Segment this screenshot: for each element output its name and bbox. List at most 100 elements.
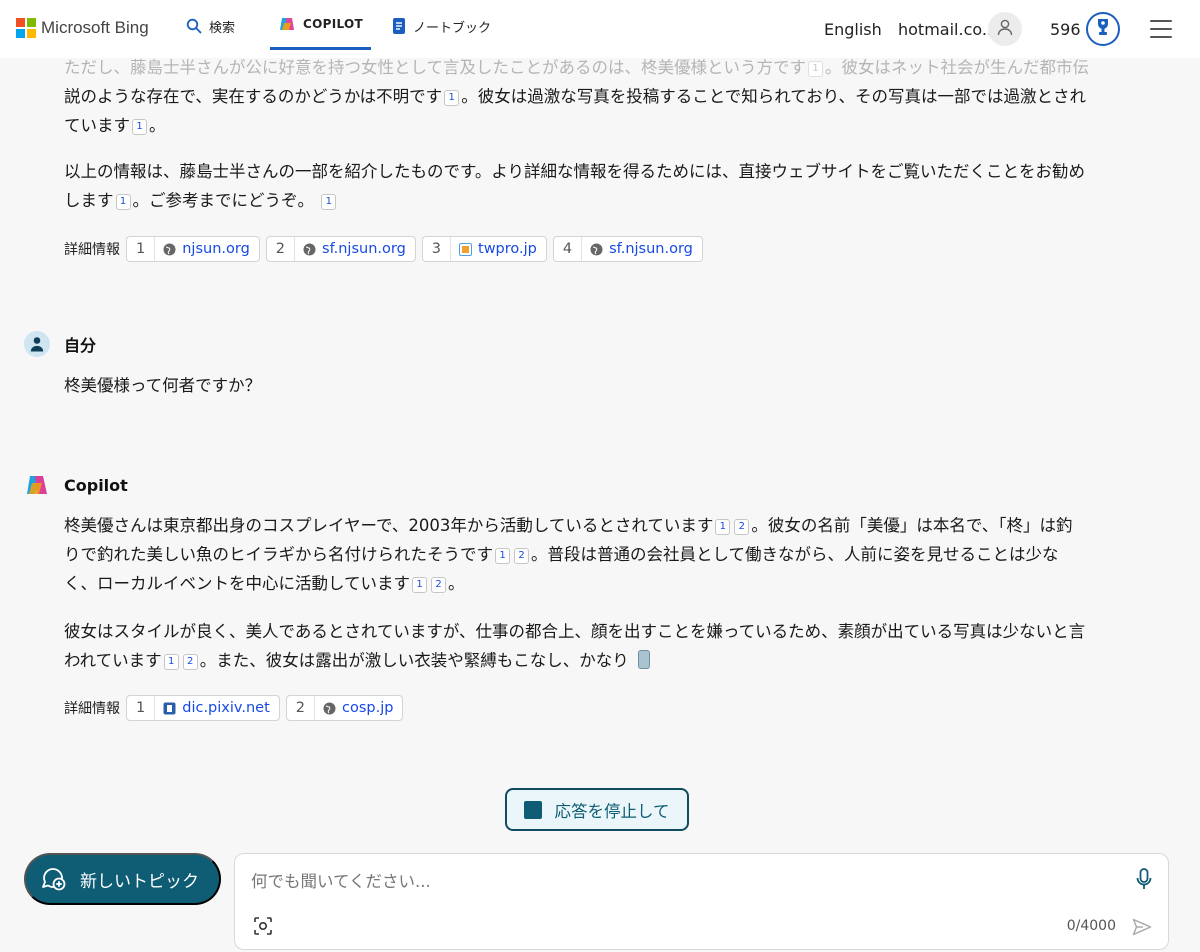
answer-text: 彼女はスタイルが良く、美人であるとされていますが、仕事の都合上、顔を出すことを嫌…	[64, 622, 1086, 641]
bing-logo[interactable]: Microsoft Bing	[16, 18, 149, 38]
hamburger-menu-icon[interactable]	[1150, 20, 1172, 38]
chat-input[interactable]	[251, 868, 1111, 894]
new-topic-button[interactable]: 新しいトピック	[24, 853, 221, 905]
citation-badge[interactable]: 1	[715, 519, 731, 535]
source-number: 1	[127, 696, 156, 720]
source-domain: cosp.jp	[342, 700, 394, 716]
answer-text: く、ローカルイベントを中心に活動しています	[64, 574, 411, 593]
twpro-favicon-icon	[459, 242, 473, 256]
source-number: 2	[287, 696, 315, 720]
answer-text: 。彼女の名前「美優」は本名で、「柊」は釣	[751, 516, 1073, 535]
source-chip[interactable]: 2 sf.njsun.org	[265, 236, 416, 262]
sources-row: 詳細情報 1 njsun.org 2 sf.njsun.org 3 twpro.…	[64, 236, 709, 262]
source-domain: dic.pixiv.net	[182, 700, 270, 716]
copilot-sources-row: 詳細情報 1 dic.pixiv.net 2 cosp.jp	[64, 695, 409, 721]
globe-icon	[163, 243, 176, 256]
source-chip[interactable]: 3 twpro.jp	[421, 236, 547, 262]
source-domain: sf.njsun.org	[322, 241, 406, 257]
citation-badge[interactable]: 2	[431, 577, 447, 593]
copilot-speaker: Copilot	[24, 472, 128, 498]
citation-badge[interactable]: 1	[444, 90, 460, 106]
answer-text: りで釣れた美しい魚のヒイラギから名付けられたそうです	[64, 545, 493, 564]
citation-badge[interactable]: 1	[115, 194, 131, 210]
answer-text: 。ご参考までにどうぞ。	[132, 191, 315, 210]
stop-icon	[524, 800, 543, 819]
answer-paragraph-2: 以上の情報は、藤島士半さんの一部を紹介したものです。より詳細な情報を得るためには…	[64, 157, 1154, 215]
copilot-icon	[278, 15, 296, 33]
tab-search-label: 検索	[209, 20, 236, 36]
answer-text: 。彼女はネット社会が生んだ都市伝	[825, 58, 1090, 77]
citation-badge[interactable]: 1	[495, 548, 510, 564]
user-message: 柊美優様って何者ですか？	[64, 376, 262, 395]
tab-copilot[interactable]: COPILOT	[270, 0, 371, 50]
answer-text: ています	[64, 116, 130, 135]
language-link[interactable]: English	[824, 0, 882, 58]
citation-badge[interactable]: 1	[808, 61, 824, 77]
answer-text: します	[64, 191, 114, 210]
faded-text: ただし、藤島士半さんが公に好意を持つ女性として言及したことがあるのは、柊美優様と…	[64, 58, 1089, 77]
citation-badge[interactable]: 2	[514, 548, 529, 564]
citation-badge[interactable]: 1	[132, 119, 147, 135]
answer-text: ただし、藤島士半さんが公に好意を持つ女性として言及したことがあるのは、柊美優様と…	[64, 58, 807, 77]
citation-badge[interactable]: 1	[163, 654, 179, 670]
stop-responding-label: 応答を停止して	[554, 802, 670, 821]
microsoft-logo-icon	[16, 18, 36, 38]
rewards-button[interactable]	[1086, 12, 1120, 46]
source-chip[interactable]: 1 njsun.org	[126, 236, 260, 262]
globe-icon	[323, 702, 336, 715]
citation-badge[interactable]: 1	[412, 577, 428, 593]
pixiv-favicon-icon	[163, 702, 176, 715]
tab-notebook[interactable]: ノートブック	[392, 0, 491, 52]
account-avatar[interactable]	[988, 12, 1022, 46]
source-number: 2	[267, 237, 296, 261]
user-name: 自分	[64, 336, 97, 355]
source-domain: twpro.jp	[478, 241, 537, 257]
chat-input-box: 0/4000	[234, 853, 1169, 950]
new-topic-label: 新しいトピック	[80, 871, 199, 891]
send-icon[interactable]	[1132, 918, 1152, 940]
citation-badge[interactable]: 2	[182, 654, 198, 670]
source-number: 3	[423, 237, 452, 261]
user-speaker: 自分	[24, 331, 96, 357]
citation-badge[interactable]: 2	[734, 519, 750, 535]
microphone-icon[interactable]	[1136, 868, 1152, 896]
globe-icon	[590, 243, 603, 256]
stop-responding-button[interactable]: 応答を停止して	[505, 788, 689, 831]
character-counter: 0/4000	[1066, 918, 1116, 934]
rewards-points[interactable]: 596	[1050, 0, 1081, 58]
user-icon	[996, 18, 1014, 40]
tab-search[interactable]: 検索	[186, 0, 235, 52]
answer-text: 柊美優さんは東京都出身のコスプレイヤーで、2003年から活動しているとされていま…	[64, 516, 714, 535]
visual-search-icon[interactable]	[253, 916, 273, 940]
source-chip[interactable]: 1 dic.pixiv.net	[126, 695, 280, 721]
source-number: 1	[127, 237, 156, 261]
new-chat-icon	[40, 866, 68, 892]
source-domain: sf.njsun.org	[609, 241, 693, 257]
answer-paragraph-1: ただし、藤島士半さんが公に好意を持つ女性として言及したことがあるのは、柊美優様と…	[64, 53, 1154, 140]
sources-label: 詳細情報	[64, 701, 120, 717]
globe-icon	[303, 243, 316, 256]
answer-text: 。	[448, 574, 465, 593]
answer-text: 。また、彼女は露出が激しい衣装や緊縛もこなし、かなり	[199, 651, 629, 670]
answer-text: 。彼女は過激な写真を投稿することで知られており、その写真は一部では過激とされ	[461, 87, 1087, 106]
source-chip[interactable]: 2 cosp.jp	[285, 695, 404, 721]
answer-text: 。	[149, 116, 166, 135]
tab-copilot-label: COPILOT	[303, 16, 363, 31]
brand-name: Microsoft Bing	[41, 18, 149, 37]
copilot-paragraph-2: 彼女はスタイルが良く、美人であるとされていますが、仕事の都合上、顔を出すことを嫌…	[64, 617, 1154, 675]
account-name[interactable]: hotmail.co...	[898, 0, 997, 58]
source-domain: njsun.org	[182, 241, 250, 257]
trophy-icon	[1094, 17, 1112, 41]
source-chip[interactable]: 4 sf.njsun.org	[552, 236, 703, 262]
answer-text: 以上の情報は、藤島士半さんの一部を紹介したものです。より詳細な情報を得るためには…	[64, 162, 1086, 181]
source-number: 4	[554, 237, 583, 261]
top-bar: Microsoft Bing 検索 COPILOT ノートブック English…	[0, 0, 1200, 58]
search-icon	[186, 18, 202, 34]
answer-text: われています	[64, 651, 162, 670]
notebook-icon	[392, 17, 406, 35]
typing-cursor	[637, 650, 650, 669]
citation-badge[interactable]: 1	[321, 194, 337, 210]
answer-text: 説のような存在で、実在するのかどうかは不明です	[64, 87, 443, 106]
copilot-paragraph-1: 柊美優さんは東京都出身のコスプレイヤーで、2003年から活動しているとされていま…	[64, 511, 1154, 598]
copilot-logo-icon	[24, 472, 50, 498]
